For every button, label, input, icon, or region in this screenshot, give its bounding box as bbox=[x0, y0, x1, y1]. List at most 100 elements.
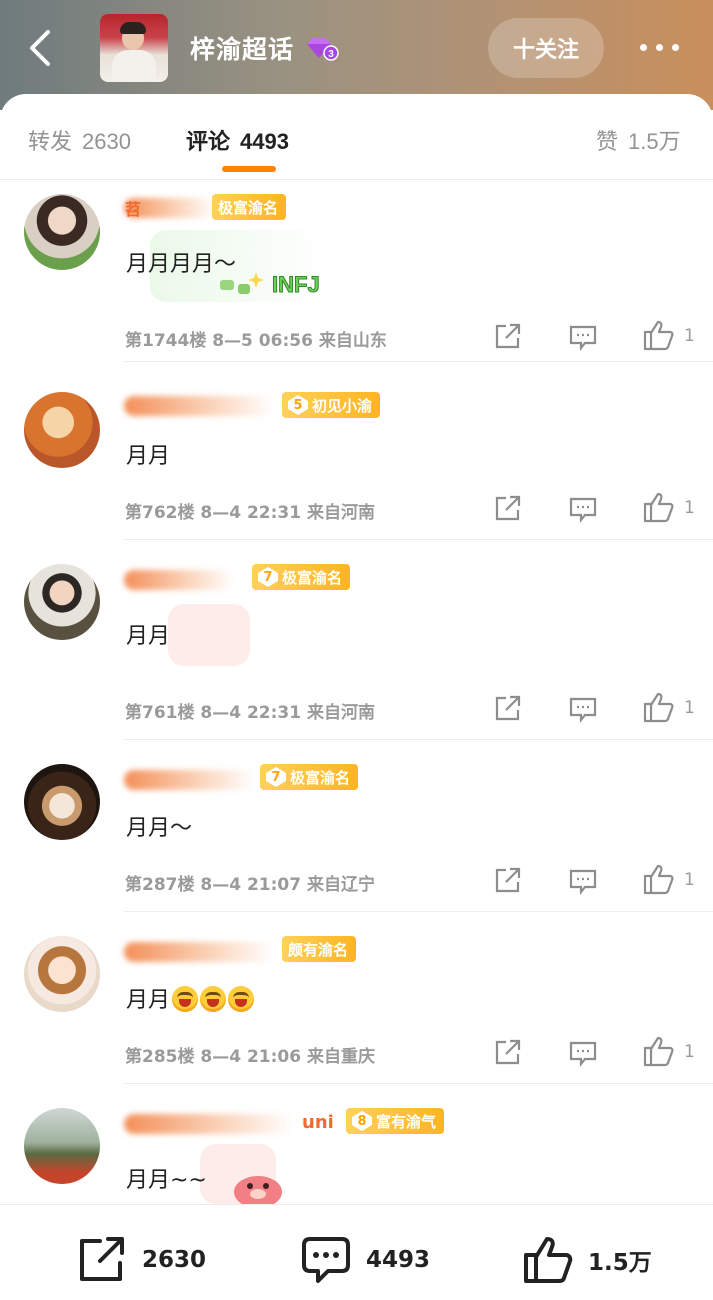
bottom-comment-count: 4493 bbox=[366, 1247, 431, 1273]
repost-icon[interactable] bbox=[492, 866, 522, 896]
blurred-username[interactable] bbox=[124, 570, 234, 590]
comment-icon[interactable] bbox=[568, 494, 598, 524]
comment-icon[interactable] bbox=[568, 1038, 598, 1068]
bottom-like-button[interactable]: 1.5万 bbox=[522, 1235, 652, 1285]
comment-item[interactable]: uni 8 富有渝气 月月~~ bbox=[0, 1084, 713, 1204]
divider bbox=[124, 361, 713, 362]
fan-level-number: 8 bbox=[352, 1111, 372, 1131]
blurred-username[interactable] bbox=[124, 396, 274, 416]
comment-item[interactable]: 7 极富渝名 月月～ 第287楼 8—4 21:07 来自辽宁 1 bbox=[0, 740, 713, 912]
fan-level-number: 5 bbox=[288, 395, 308, 415]
svg-text:3: 3 bbox=[328, 49, 334, 60]
fan-level-badge: 8 富有渝气 bbox=[346, 1108, 445, 1134]
super-topic-title[interactable]: 梓渝超话 bbox=[190, 30, 294, 66]
comment-text: 月月 bbox=[126, 982, 255, 1014]
comment-icon[interactable] bbox=[568, 322, 598, 352]
thumbs-up-icon[interactable] bbox=[642, 490, 676, 524]
tab-comment-label: 评论 bbox=[186, 130, 231, 155]
tab-repost-count: 2630 bbox=[82, 129, 131, 154]
comment-icon bbox=[302, 1237, 350, 1283]
fan-level-number: 7 bbox=[266, 767, 286, 787]
fan-badge-label: 极富渝名 bbox=[290, 768, 351, 787]
comment-item[interactable]: 颇有渝名 月月 第285楼 8—4 21:06 来自重庆 1 bbox=[0, 912, 713, 1084]
fan-level-badge: 极富渝名 bbox=[212, 194, 287, 220]
tab-comment-count: 4493 bbox=[240, 129, 289, 154]
comment-text-body: 月月 bbox=[126, 988, 171, 1013]
comment-icon[interactable] bbox=[568, 866, 598, 896]
username-suffix[interactable]: uni bbox=[302, 1112, 334, 1133]
fan-level-number: 7 bbox=[258, 567, 278, 587]
fan-level-badge: 7 极富渝名 bbox=[252, 564, 351, 590]
comment-text: 月月～ bbox=[126, 816, 193, 841]
repost-icon[interactable] bbox=[492, 494, 522, 524]
fan-level-badge: 7 极富渝名 bbox=[260, 764, 359, 790]
beaver-sticker-icon bbox=[234, 1176, 282, 1204]
avatar[interactable] bbox=[24, 936, 100, 1012]
comment-meta: 第762楼 8—4 22:31 来自河南 bbox=[125, 503, 376, 523]
tab-comment[interactable]: 评论 4493 bbox=[186, 124, 289, 156]
comment-meta: 第287楼 8—4 21:07 来自辽宁 bbox=[125, 875, 376, 895]
comment-item[interactable]: 苕 极富渝名 月月月月～ INFJ 第1744楼 8—5 06:56 来自山东 … bbox=[0, 190, 713, 362]
like-count: 1 bbox=[684, 326, 695, 346]
thumbs-up-icon bbox=[524, 1237, 573, 1283]
crying-laugh-emoji-icon bbox=[172, 986, 199, 1012]
tab-like-count: 1.5万 bbox=[628, 129, 681, 154]
repost-icon[interactable] bbox=[492, 1038, 522, 1068]
fan-badge-label: 极富渝名 bbox=[218, 198, 279, 217]
comment-item[interactable]: 7 极富渝名 月月 第761楼 8—4 22:31 来自河南 1 bbox=[0, 540, 713, 740]
like-count: 1 bbox=[684, 1042, 695, 1062]
crying-laugh-emoji-icon bbox=[228, 986, 255, 1012]
fan-badge-label: 初见小渝 bbox=[312, 396, 373, 415]
fan-badge-label: 富有渝气 bbox=[376, 1112, 437, 1131]
comment-text: 月月~~ bbox=[126, 1168, 207, 1193]
like-count: 1 bbox=[684, 698, 695, 718]
comment-meta: 第1744楼 8—5 06:56 来自山东 bbox=[125, 331, 387, 351]
blurred-username[interactable] bbox=[124, 1114, 294, 1134]
svg-text:INFJ: INFJ bbox=[272, 272, 320, 297]
fan-badge-label: 极富渝名 bbox=[282, 568, 343, 587]
thumbs-up-icon[interactable] bbox=[642, 690, 676, 724]
avatar[interactable] bbox=[24, 764, 100, 840]
tab-like[interactable]: 赞 1.5万 bbox=[596, 124, 681, 156]
comment-icon[interactable] bbox=[568, 694, 598, 724]
tab-like-label: 赞 bbox=[596, 130, 619, 155]
infj-sticker-icon: INFJ bbox=[220, 272, 320, 298]
tab-repost-label: 转发 bbox=[28, 130, 73, 155]
comment-text: 月月 bbox=[126, 624, 171, 649]
blurred-username[interactable] bbox=[124, 942, 274, 962]
thumbs-up-icon[interactable] bbox=[642, 862, 676, 896]
avatar[interactable] bbox=[24, 564, 100, 640]
back-button[interactable] bbox=[22, 26, 62, 70]
fan-badge-label: 颇有渝名 bbox=[288, 940, 349, 959]
repost-icon[interactable] bbox=[492, 322, 522, 352]
repost-icon bbox=[80, 1237, 124, 1281]
bottom-comment-button[interactable]: 4493 bbox=[300, 1235, 430, 1285]
diamond-level-icon: 3 bbox=[307, 38, 339, 61]
comment-meta: 第761楼 8—4 22:31 来自河南 bbox=[125, 703, 376, 723]
comment-item[interactable]: 5 初见小渝 月月 第762楼 8—4 22:31 来自河南 1 bbox=[0, 368, 713, 540]
blurred-username[interactable] bbox=[124, 770, 254, 790]
bottom-like-count: 1.5万 bbox=[588, 1250, 652, 1276]
sticker-background bbox=[168, 604, 250, 666]
repost-icon[interactable] bbox=[492, 694, 522, 724]
comment-text: 月月 bbox=[126, 444, 171, 469]
fan-level-badge: 颇有渝名 bbox=[282, 936, 357, 962]
avatar[interactable] bbox=[24, 392, 100, 468]
thumbs-up-icon[interactable] bbox=[642, 1034, 676, 1068]
more-dots-icon[interactable] bbox=[640, 36, 690, 58]
follow-button[interactable]: 十关注 bbox=[488, 18, 604, 78]
bottom-action-bar: 2630 4493 1.5万 bbox=[0, 1204, 713, 1300]
avatar[interactable] bbox=[24, 194, 100, 270]
bottom-repost-count: 2630 bbox=[142, 1247, 207, 1273]
avatar[interactable] bbox=[24, 1108, 100, 1184]
like-count: 1 bbox=[684, 870, 695, 890]
thumbs-up-icon[interactable] bbox=[642, 318, 676, 352]
tab-bar: 转发 2630 评论 4493 赞 1.5万 bbox=[0, 94, 713, 180]
crying-laugh-emoji-icon bbox=[200, 986, 227, 1012]
like-count: 1 bbox=[684, 498, 695, 518]
chevron-left-icon bbox=[30, 30, 50, 66]
tab-repost[interactable]: 转发 2630 bbox=[28, 124, 131, 156]
bottom-repost-button[interactable]: 2630 bbox=[76, 1235, 206, 1285]
super-topic-avatar[interactable] bbox=[100, 14, 168, 82]
username-prefix[interactable]: 苕 bbox=[125, 196, 141, 220]
